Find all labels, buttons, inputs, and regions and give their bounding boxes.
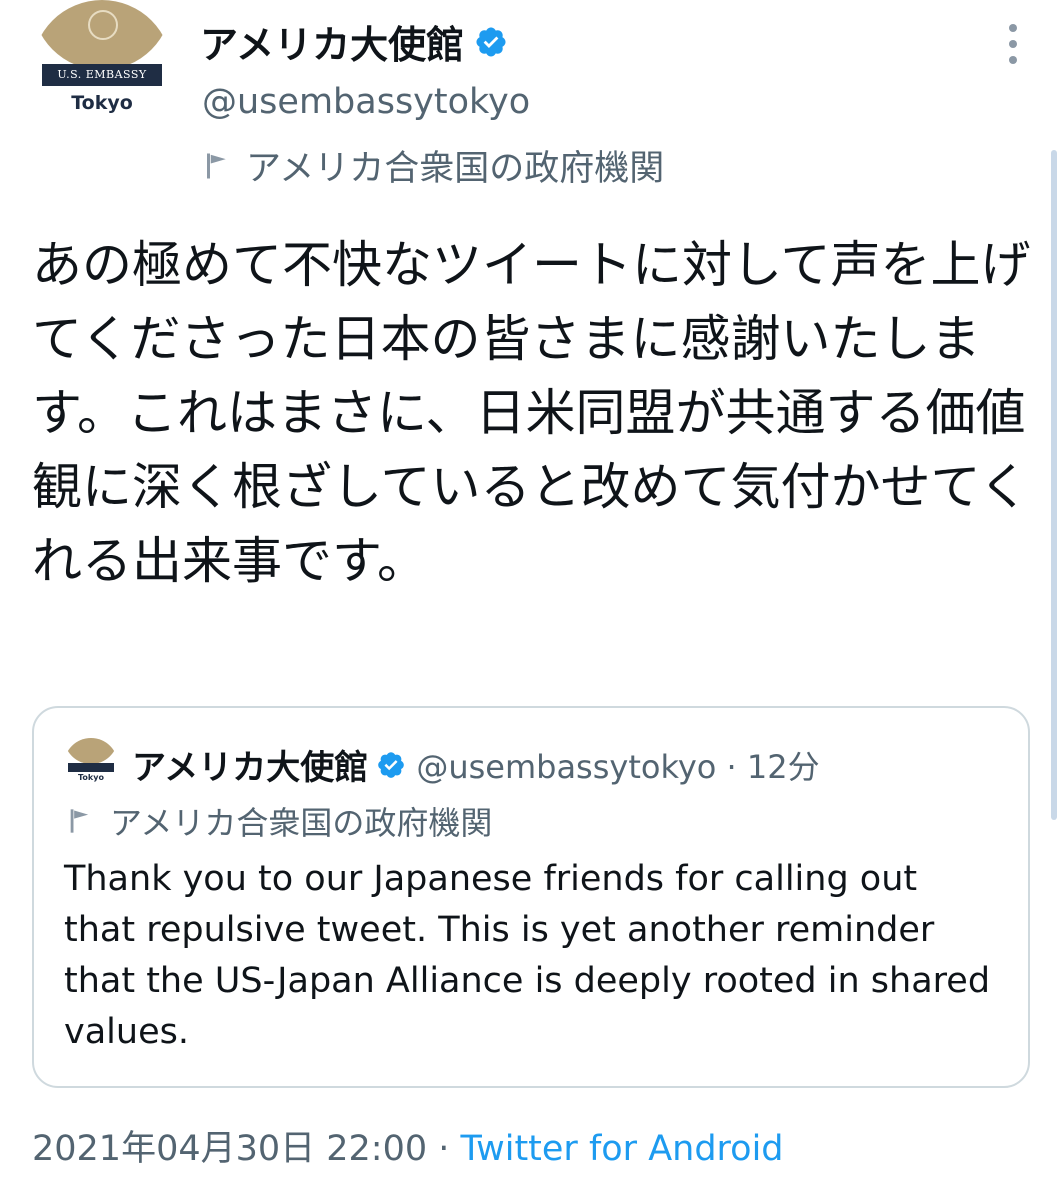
tweet-footer: 2021年04月30日 22:00 · Twitter for Android <box>32 1120 784 1171</box>
quoted-tweet[interactable]: Tokyo アメリカ大使館 @usembassytokyo · 12分 アメリカ… <box>32 706 1030 1088</box>
tweet-timestamp[interactable]: 2021年04月30日 22:00 · <box>32 1129 461 1169</box>
verified-badge-icon <box>476 26 506 57</box>
author-display-name[interactable]: アメリカ大使館 <box>200 14 508 69</box>
quoted-tweet-header: アメリカ大使館 @usembassytokyo · 12分 <box>132 740 820 789</box>
author-handle[interactable]: @usembassytokyo <box>202 82 530 122</box>
verified-badge-icon <box>378 751 405 778</box>
tweet-text: あの極めて不快なツイートに対して声を上げてくださった日本の皆さまに感謝いたします… <box>32 236 1031 590</box>
dot <box>1009 40 1017 48</box>
quoted-handle-time: @usembassytokyo · 12分 <box>416 747 820 786</box>
government-label-text: アメリカ合衆国の政府機関 <box>246 149 665 189</box>
flag-icon <box>70 809 89 833</box>
dot <box>1009 24 1017 32</box>
more-options-icon[interactable] <box>1003 24 1023 64</box>
scrollbar[interactable] <box>1051 150 1057 820</box>
quoted-author-avatar: Tokyo <box>64 738 118 792</box>
avatar-city: Tokyo <box>71 92 133 114</box>
flag-icon <box>207 153 226 178</box>
avatar-banner <box>68 763 114 772</box>
quoted-government-label: アメリカ合衆国の政府機関 <box>66 798 492 844</box>
quoted-label-text: アメリカ合衆国の政府機関 <box>110 804 493 842</box>
quoted-author-name: アメリカ大使館 <box>132 748 369 788</box>
tweet-source-link[interactable]: Twitter for Android <box>461 1129 784 1169</box>
seal-background <box>64 738 118 764</box>
dot <box>1009 56 1017 64</box>
government-label[interactable]: アメリカ合衆国の政府機関 <box>202 140 664 191</box>
author-name-text: アメリカ大使館 <box>200 23 465 67</box>
avatar-city: Tokyo <box>78 773 104 782</box>
author-avatar[interactable]: U.S. EMBASSY Tokyo <box>32 0 172 140</box>
eagle-seal-icon <box>88 10 118 40</box>
quoted-tweet-text: Thank you to our Japanese friends for ca… <box>64 859 991 1052</box>
avatar-banner: U.S. EMBASSY <box>42 64 162 86</box>
